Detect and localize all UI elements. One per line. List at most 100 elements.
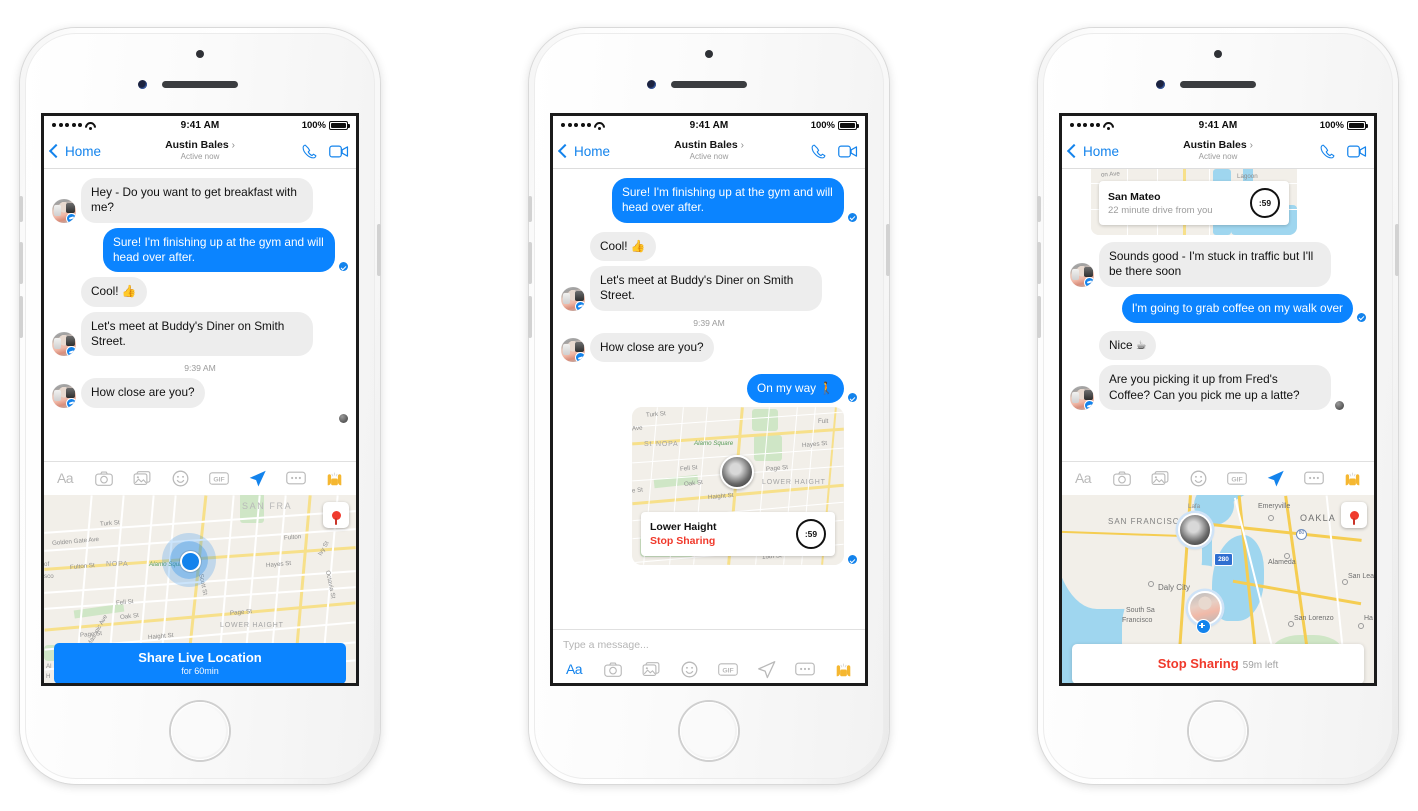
text-format-icon[interactable]: Aa: [1073, 468, 1093, 488]
power-button[interactable]: [377, 224, 381, 276]
more-dots-icon[interactable]: [1304, 468, 1325, 488]
message-thread[interactable]: Hey - Do you want to get breakfast with …: [44, 169, 356, 461]
more-dots-icon[interactable]: [795, 659, 816, 679]
gif-icon[interactable]: GIF: [1227, 468, 1248, 488]
location-send-icon[interactable]: [248, 468, 268, 488]
message-bubble-in[interactable]: Cool! 👍: [81, 277, 147, 307]
add-location-badge[interactable]: [1196, 619, 1211, 634]
thumbs-up-hands-icon[interactable]: [325, 468, 345, 488]
sticker-smiley-icon[interactable]: [680, 659, 700, 679]
read-receipt-avatar: [339, 413, 348, 423]
thumbs-up-hands-icon[interactable]: [1343, 468, 1363, 488]
phone-icon[interactable]: [810, 143, 827, 160]
message-bubble-out[interactable]: On my way 🚶: [747, 373, 844, 404]
message-bubble-out[interactable]: I'm going to grab coffee on my walk over: [1121, 293, 1353, 323]
live-location-map-card[interactable]: Turk St Ave St NOPA Alamo Square Hayes S…: [632, 407, 844, 566]
location-send-icon[interactable]: [757, 659, 777, 679]
read-receipt-avatar: [1335, 400, 1344, 410]
power-button[interactable]: [886, 224, 890, 276]
location-info-bar[interactable]: Lower Haight Stop Sharing :59: [641, 512, 835, 557]
text-format-icon[interactable]: Aa: [564, 659, 584, 679]
message-bubble-in[interactable]: Are you picking it up from Fred's Coffee…: [1099, 365, 1331, 410]
friend-location-avatar-marker[interactable]: [1178, 513, 1212, 547]
phone-icon[interactable]: [1319, 143, 1336, 160]
phone-icon[interactable]: [301, 143, 318, 160]
message-bubble-in[interactable]: Let's meet at Buddy's Diner on Smith Str…: [81, 311, 313, 357]
messenger-badge-icon: [66, 397, 76, 408]
message-bubble-in[interactable]: Nice ☕: [1099, 330, 1157, 361]
message-input[interactable]: Type a message...: [553, 630, 865, 653]
back-to-home-button[interactable]: Home: [557, 143, 610, 159]
message-bubble-in[interactable]: Let's meet at Buddy's Diner on Smith Str…: [590, 265, 822, 311]
message-thread[interactable]: on Ave Lagoon San Mateo 22 minute drive …: [1062, 169, 1374, 461]
message-timestamp: 9:39 AM: [184, 363, 216, 374]
video-camera-icon[interactable]: [329, 144, 349, 159]
more-dots-icon[interactable]: [286, 468, 307, 488]
text-format-icon[interactable]: Aa: [55, 468, 75, 488]
photos-icon[interactable]: [641, 659, 661, 679]
message-bubble-out[interactable]: Sure! I'm finishing up at the gym and wi…: [103, 227, 335, 273]
volume-down-button[interactable]: [528, 296, 532, 338]
location-info-bar[interactable]: San Mateo 22 minute drive from you :59: [1099, 181, 1289, 225]
phone-2: 9:41 AM 100% Home Austin Bales › Active …: [528, 28, 890, 784]
proximity-sensor-icon: [138, 80, 147, 89]
live-location-sheet[interactable]: SAN FRA Turk St Golden Gate Ave Fulton S…: [44, 495, 356, 683]
earpiece-speaker: [1180, 81, 1256, 88]
status-bar-time: 9:41 AM: [689, 119, 729, 131]
message-row: I'm going to grab coffee on my walk over: [1062, 293, 1374, 323]
thumbs-up-hands-icon[interactable]: [834, 659, 854, 679]
back-to-home-button[interactable]: Home: [1066, 144, 1119, 159]
nav-bar: Home Austin Bales › Active now: [44, 134, 356, 169]
sticker-smiley-icon[interactable]: [1189, 468, 1209, 488]
volume-down-button[interactable]: [1037, 296, 1041, 338]
stop-sharing-button[interactable]: Stop Sharing 59m left: [1072, 644, 1364, 683]
message-bubble-in[interactable]: Cool! 👍: [590, 231, 656, 261]
back-to-home-button[interactable]: Home: [48, 144, 101, 159]
video-camera-icon[interactable]: [1347, 144, 1367, 159]
message-bubble-in[interactable]: Hey - Do you want to get breakfast with …: [81, 178, 313, 223]
sticker-smiley-icon[interactable]: [171, 468, 191, 488]
silent-switch[interactable]: [1037, 196, 1041, 222]
silent-switch[interactable]: [19, 196, 23, 222]
power-button[interactable]: [1395, 224, 1399, 276]
chevron-right-icon: ›: [740, 140, 744, 152]
composer-bar: Type a message... Aa GIF: [553, 629, 865, 683]
message-bubble-in[interactable]: How close are you?: [81, 378, 205, 408]
silent-switch[interactable]: [528, 196, 532, 222]
video-camera-icon[interactable]: [838, 144, 858, 159]
gif-icon[interactable]: GIF: [209, 468, 230, 488]
location-send-icon[interactable]: [1266, 468, 1286, 488]
camera-icon[interactable]: [1112, 468, 1132, 488]
drop-pin-button[interactable]: [323, 502, 349, 528]
messenger-badge-icon: [1084, 399, 1094, 410]
place-name: Lower Haight: [650, 521, 717, 534]
volume-up-button[interactable]: [528, 242, 532, 284]
nav-bar: Home Austin Bales › Active now: [553, 134, 865, 169]
message-thread[interactable]: Sure! I'm finishing up at the gym and wi…: [553, 169, 865, 629]
chevron-left-icon: [557, 143, 573, 159]
home-button[interactable]: [680, 702, 738, 760]
home-button[interactable]: [171, 702, 229, 760]
gif-icon[interactable]: GIF: [718, 659, 739, 679]
message-bubble-in[interactable]: How close are you?: [590, 332, 714, 362]
shared-location-map-card[interactable]: on Ave Lagoon San Mateo 22 minute drive …: [1091, 169, 1297, 235]
stop-sharing-link[interactable]: Stop Sharing: [650, 535, 717, 547]
camera-icon[interactable]: [94, 468, 114, 488]
messenger-badge-icon: [1084, 276, 1094, 287]
share-live-location-button[interactable]: Share Live Location for 60min: [54, 643, 346, 683]
volume-down-button[interactable]: [19, 296, 23, 338]
drop-pin-button[interactable]: [1341, 502, 1367, 528]
message-bubble-in[interactable]: Sounds good - I'm stuck in traffic but I…: [1099, 242, 1331, 287]
volume-up-button[interactable]: [19, 242, 23, 284]
home-button[interactable]: [1189, 702, 1247, 760]
volume-up-button[interactable]: [1037, 242, 1041, 284]
camera-icon[interactable]: [603, 659, 623, 679]
live-location-sheet[interactable]: SAN FRANCISCO Emeryville OAKLA Alameda D…: [1062, 495, 1374, 683]
photos-icon[interactable]: [132, 468, 152, 488]
nav-actions: [1319, 143, 1367, 160]
photos-icon[interactable]: [1150, 468, 1170, 488]
delivered-tick-icon: [848, 555, 857, 565]
message-bubble-out[interactable]: Sure! I'm finishing up at the gym and wi…: [612, 178, 844, 223]
battery-icon: [1347, 120, 1368, 130]
sharing-countdown-timer: :59: [796, 519, 826, 550]
